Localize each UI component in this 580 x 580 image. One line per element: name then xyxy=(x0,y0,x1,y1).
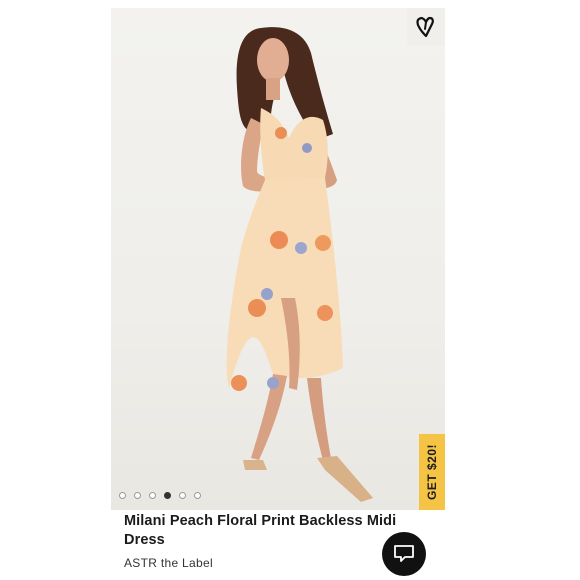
carousel-dot[interactable] xyxy=(119,491,126,499)
product-brand[interactable]: ASTR the Label xyxy=(124,556,213,570)
carousel-dot-active[interactable] xyxy=(164,491,171,499)
carousel-dot[interactable] xyxy=(149,491,156,499)
model-illustration xyxy=(226,27,373,502)
heart-outline-icon xyxy=(416,16,434,38)
product-image[interactable] xyxy=(111,8,445,510)
carousel-dot[interactable] xyxy=(179,491,186,499)
carousel-indicators xyxy=(119,490,201,500)
promo-label: GET $20! xyxy=(425,443,439,501)
favorite-button[interactable] xyxy=(407,8,445,46)
carousel-dot[interactable] xyxy=(194,491,201,499)
chat-bubble-icon xyxy=(394,545,414,562)
carousel-dot[interactable] xyxy=(134,491,141,499)
promo-tab[interactable]: GET $20! xyxy=(419,434,445,510)
chat-button[interactable] xyxy=(382,532,426,576)
